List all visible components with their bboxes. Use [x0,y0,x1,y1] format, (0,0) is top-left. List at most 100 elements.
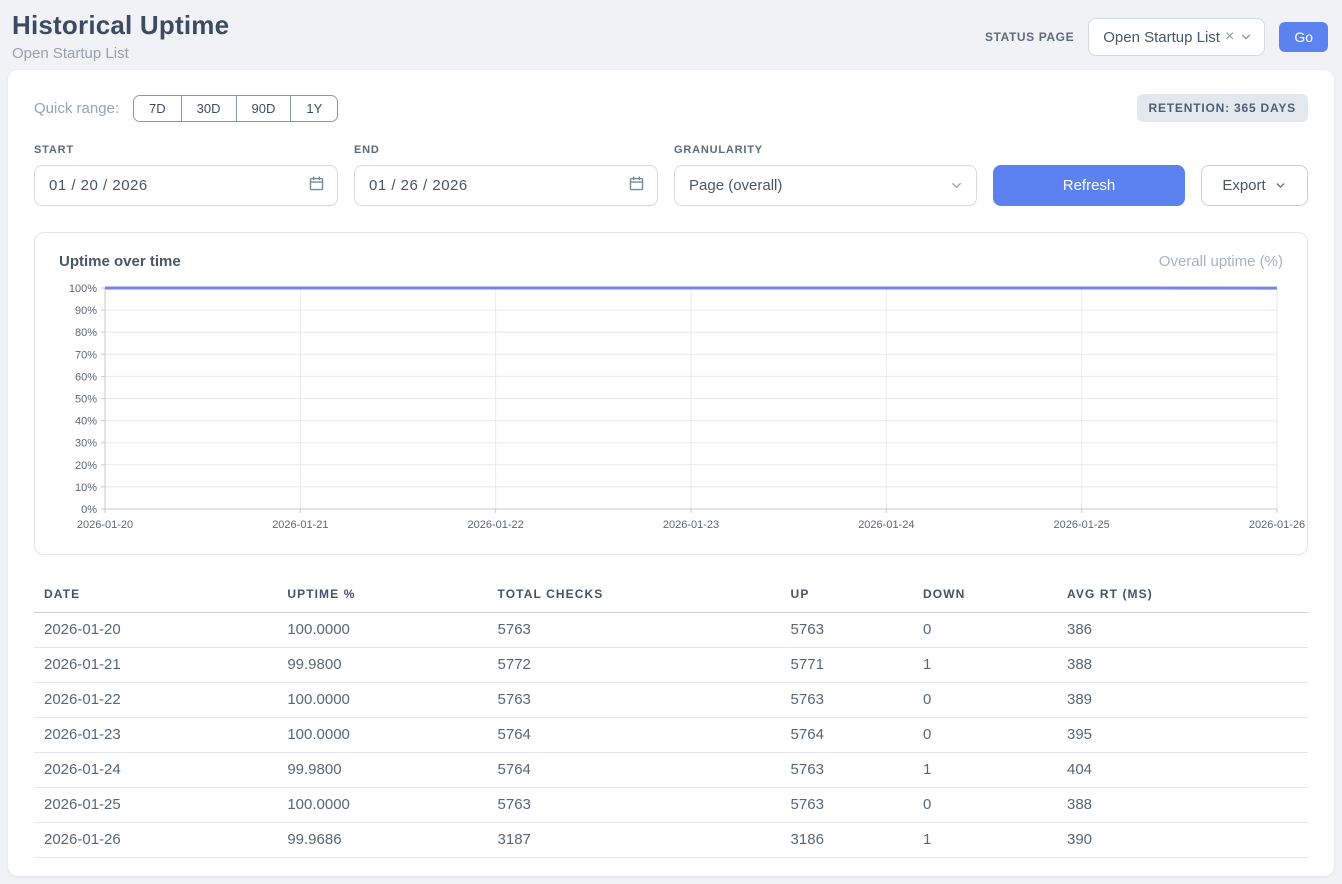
cell-uptime-pct: 100.0000 [277,718,487,753]
cell-avg-rt-ms: 386 [1057,613,1308,648]
refresh-button[interactable]: Refresh [993,165,1185,206]
granularity-select[interactable]: Page (overall) [674,165,977,206]
col-header-down: DOWN [913,579,1057,613]
cell-down: 0 [913,683,1057,718]
cell-down: 0 [913,613,1057,648]
col-header-uptime: UPTIME % [277,579,487,613]
svg-text:80%: 80% [75,327,97,339]
cell-date: 2026-01-26 [34,823,277,858]
cell-date: 2026-01-24 [34,753,277,788]
cell-avg-rt-ms: 388 [1057,788,1308,823]
cell-uptime-pct: 100.0000 [277,613,487,648]
calendar-icon[interactable] [628,175,645,196]
status-page-select[interactable]: Open Startup List × [1088,18,1265,56]
svg-text:40%: 40% [75,416,97,428]
cell-up: 3186 [781,823,913,858]
start-date-label: START [34,144,338,156]
retention-badge: RETENTION: 365 DAYS [1137,94,1308,122]
quick-range-group: 7D30D90D1Y [133,95,338,122]
svg-text:2026-01-24: 2026-01-24 [858,519,914,531]
page-subtitle: Open Startup List [12,45,229,62]
svg-text:2026-01-20: 2026-01-20 [77,519,133,531]
uptime-line-chart: 0%10%20%30%40%50%60%70%80%90%100%2026-01… [59,280,1283,542]
end-date-input[interactable]: 01 / 26 / 2026 [354,165,658,206]
page-heading: Historical Uptime Open Startup List [12,10,229,62]
calendar-icon[interactable] [308,175,325,196]
cell-uptime-pct: 99.9800 [277,648,487,683]
page-header: Historical Uptime Open Startup List STAT… [0,0,1342,62]
table-row: 2026-01-2499.9800576457631404 [34,753,1308,788]
svg-text:2026-01-23: 2026-01-23 [663,519,719,531]
chart-header: Uptime over time Overall uptime (%) [59,253,1283,270]
cell-total-checks: 3187 [488,823,781,858]
cell-down: 1 [913,753,1057,788]
cell-avg-rt-ms: 395 [1057,718,1308,753]
svg-text:2026-01-26: 2026-01-26 [1249,519,1305,531]
quick-range-30d[interactable]: 30D [181,96,236,121]
status-page-selected-value: Open Startup List [1103,29,1220,46]
chevron-down-icon [1274,179,1287,192]
cell-up: 5763 [781,788,913,823]
chart-legend: Overall uptime (%) [1159,253,1283,270]
chevron-down-icon [949,178,964,193]
end-date-field: END 01 / 26 / 2026 [354,144,658,206]
cell-uptime-pct: 99.9800 [277,753,487,788]
start-date-input[interactable]: 01 / 20 / 2026 [34,165,338,206]
svg-text:10%: 10% [75,482,97,494]
svg-text:2026-01-22: 2026-01-22 [468,519,524,531]
svg-text:50%: 50% [75,394,97,406]
cell-date: 2026-01-20 [34,613,277,648]
filter-controls-row: START 01 / 20 / 2026 END 01 / 26 / 2026 … [34,144,1308,206]
export-button-label: Export [1222,177,1265,194]
cell-down: 0 [913,718,1057,753]
cell-total-checks: 5764 [488,718,781,753]
cell-uptime-pct: 100.0000 [277,788,487,823]
quick-range-7d[interactable]: 7D [134,96,181,121]
cell-uptime-pct: 100.0000 [277,683,487,718]
col-header-avg-rt-ms: AVG RT (MS) [1057,579,1308,613]
cell-total-checks: 5764 [488,753,781,788]
cell-total-checks: 5763 [488,683,781,718]
cell-total-checks: 5772 [488,648,781,683]
uptime-chart-card: Uptime over time Overall uptime (%) 0% 10… [34,232,1308,555]
cell-up: 5764 [781,718,913,753]
cell-avg-rt-ms: 390 [1057,823,1308,858]
uptime-panel: Quick range: 7D30D90D1Y RETENTION: 365 D… [8,70,1334,876]
status-page-label: STATUS PAGE [985,30,1074,44]
quick-range-label: Quick range: [34,100,119,117]
start-date-value: 01 / 20 / 2026 [49,177,148,194]
cell-uptime-pct: 99.9686 [277,823,487,858]
status-page-picker: STATUS PAGE Open Startup List × Go [985,18,1328,56]
table-row: 2026-01-22100.0000576357630389 [34,683,1308,718]
clear-selection-icon[interactable]: × [1225,29,1234,45]
table-row: 2026-01-23100.0000576457640395 [34,718,1308,753]
table-body: 2026-01-20100.00005763576303862026-01-21… [34,613,1308,858]
svg-text:100%: 100% [69,283,97,295]
chart-title: Uptime over time [59,253,181,270]
cell-total-checks: 5763 [488,613,781,648]
table-row: 2026-01-2199.9800577257711388 [34,648,1308,683]
cell-down: 1 [913,823,1057,858]
col-header-total-checks: TOTAL CHECKS [488,579,781,613]
end-date-value: 01 / 26 / 2026 [369,177,468,194]
table-row: 2026-01-25100.0000576357630388 [34,788,1308,823]
quick-range-1y[interactable]: 1Y [290,96,337,121]
cell-avg-rt-ms: 388 [1057,648,1308,683]
cell-avg-rt-ms: 389 [1057,683,1308,718]
cell-up: 5771 [781,648,913,683]
go-button[interactable]: Go [1279,22,1328,52]
svg-text:0%: 0% [81,504,97,516]
cell-up: 5763 [781,753,913,788]
export-button[interactable]: Export [1201,165,1308,206]
granularity-field: GRANULARITY Page (overall) [674,144,977,206]
cell-down: 1 [913,648,1057,683]
cell-down: 0 [913,788,1057,823]
svg-text:60%: 60% [75,371,97,383]
table-header: DATEUPTIME %TOTAL CHECKSUPDOWNAVG RT (MS… [34,579,1308,613]
end-date-label: END [354,144,658,156]
table-row: 2026-01-2699.9686318731861390 [34,823,1308,858]
start-date-field: START 01 / 20 / 2026 [34,144,338,206]
cell-date: 2026-01-22 [34,683,277,718]
svg-text:90%: 90% [75,305,97,317]
quick-range-90d[interactable]: 90D [236,96,291,121]
